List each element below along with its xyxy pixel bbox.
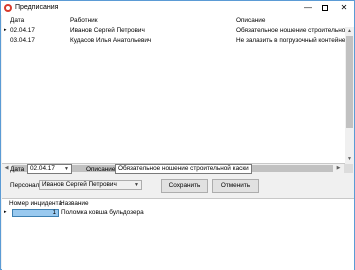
column-header-incident-number[interactable]: Номер инцидента	[9, 200, 62, 207]
column-header-date[interactable]: Дата	[10, 17, 24, 24]
personnel-value: Иванов Сергей Петрович	[42, 181, 117, 188]
incidents-grid[interactable]: Номер инцидента Название ▸ 1 Поломка ков…	[2, 198, 354, 270]
minimize-button[interactable]: —	[300, 1, 316, 15]
app-icon	[4, 4, 12, 12]
column-header-worker[interactable]: Работник	[70, 17, 98, 24]
personnel-select[interactable]: Иванов Сергей Петрович ▼	[39, 180, 142, 190]
date-value: 02.04.17	[30, 165, 55, 172]
title-bar[interactable]: Предписания — ✕	[1, 1, 354, 15]
window-title: Предписания	[15, 4, 59, 11]
personnel-label: Персонал	[10, 182, 40, 189]
calendar-dropdown-icon[interactable]: ▼	[62, 165, 71, 173]
close-button[interactable]: ✕	[336, 1, 352, 15]
scroll-right-icon[interactable]: ▶	[334, 164, 343, 173]
cell-date[interactable]: 02.04.17	[10, 27, 35, 34]
cell-incident-name[interactable]: Поломка ковша бульдозера	[61, 209, 144, 216]
save-button[interactable]: Сохранить	[161, 179, 208, 193]
scroll-down-icon[interactable]: ▼	[345, 155, 354, 164]
maximize-icon	[322, 5, 328, 11]
vertical-scroll-thumb[interactable]	[346, 36, 353, 128]
current-row-marker-icon: ▸	[4, 27, 7, 33]
column-header-name[interactable]: Название	[60, 200, 89, 207]
maximize-button[interactable]	[317, 1, 333, 15]
cell-date[interactable]: 03.04.17	[10, 37, 35, 44]
cell-description[interactable]: Обязательное ношение строительной	[236, 27, 345, 34]
vertical-scrollbar[interactable]: ▲ ▼	[345, 27, 354, 164]
orders-grid[interactable]: Дата Работник Описание ▸ 02.04.17 Иванов…	[2, 15, 354, 164]
table-row[interactable]: ▸ 02.04.17 Иванов Сергей Петрович Обязат…	[2, 26, 345, 36]
cancel-button[interactable]: Отменить	[212, 179, 259, 193]
cell-worker[interactable]: Иванов Сергей Петрович	[70, 27, 145, 34]
description-label: Описание	[86, 166, 116, 173]
cell-incident-number[interactable]: 1	[12, 209, 59, 217]
chevron-down-icon[interactable]: ▼	[132, 181, 141, 189]
description-input[interactable]: Обязательное ношение строительной каски	[115, 164, 252, 174]
date-picker[interactable]: 02.04.17 ▼	[27, 164, 72, 174]
column-header-description[interactable]: Описание	[236, 17, 265, 24]
window: Предписания — ✕ Дата Работник Описание ▸…	[0, 0, 355, 270]
current-row-marker-icon: ▸	[4, 209, 7, 215]
scrollbar-corner	[344, 164, 353, 173]
scroll-up-icon[interactable]: ▲	[345, 27, 354, 35]
cell-description[interactable]: Не залазить в погрузочный контейнер	[236, 37, 345, 44]
table-row[interactable]: 03.04.17 Кудасов Илья Анатольевич Не зал…	[2, 36, 345, 46]
date-label: Дата	[10, 166, 25, 173]
cell-worker[interactable]: Кудасов Илья Анатольевич	[70, 37, 151, 44]
